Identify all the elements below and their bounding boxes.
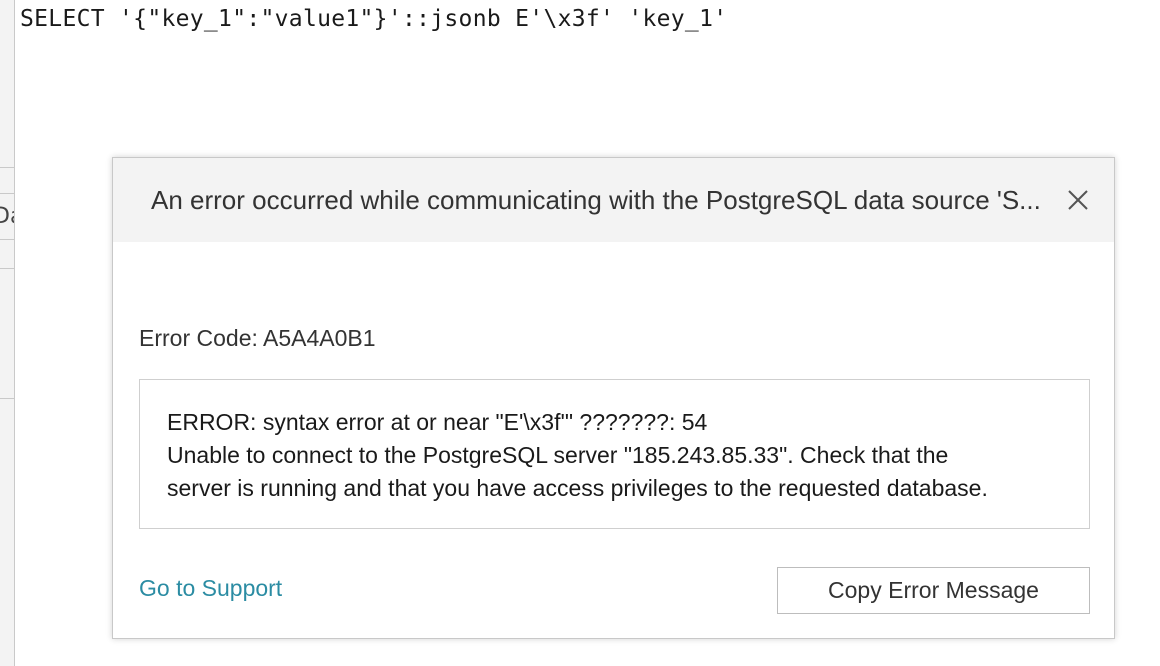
gutter-divider: [0, 239, 14, 240]
error-dialog: An error occurred while communicating wi…: [112, 157, 1115, 639]
close-icon: [1068, 190, 1088, 210]
error-message-box: ERROR: syntax error at or near "E'\x3f'"…: [139, 379, 1090, 529]
dialog-header: An error occurred while communicating wi…: [113, 158, 1114, 242]
close-button[interactable]: [1066, 188, 1090, 212]
copy-error-message-button[interactable]: Copy Error Message: [777, 567, 1090, 614]
sql-editor-text[interactable]: SELECT '{"key_1":"value1"}'::jsonb E'\x3…: [20, 6, 727, 32]
gutter-divider: [0, 193, 14, 194]
gutter-divider: [0, 398, 14, 399]
go-to-support-link[interactable]: Go to Support: [139, 575, 282, 602]
error-code: Error Code: A5A4A0B1: [139, 325, 376, 351]
side-panel-gutter: Da: [0, 0, 15, 666]
error-message-line: ERROR: syntax error at or near "E'\x3f'"…: [167, 409, 708, 435]
dialog-title: An error occurred while communicating wi…: [151, 185, 1041, 215]
side-panel-label[interactable]: Da: [0, 204, 14, 229]
error-message-line: Unable to connect to the PostgreSQL serv…: [167, 442, 949, 468]
gutter-divider: [0, 167, 14, 168]
gutter-divider: [0, 268, 14, 269]
error-message-line: server is running and that you have acce…: [167, 475, 988, 501]
